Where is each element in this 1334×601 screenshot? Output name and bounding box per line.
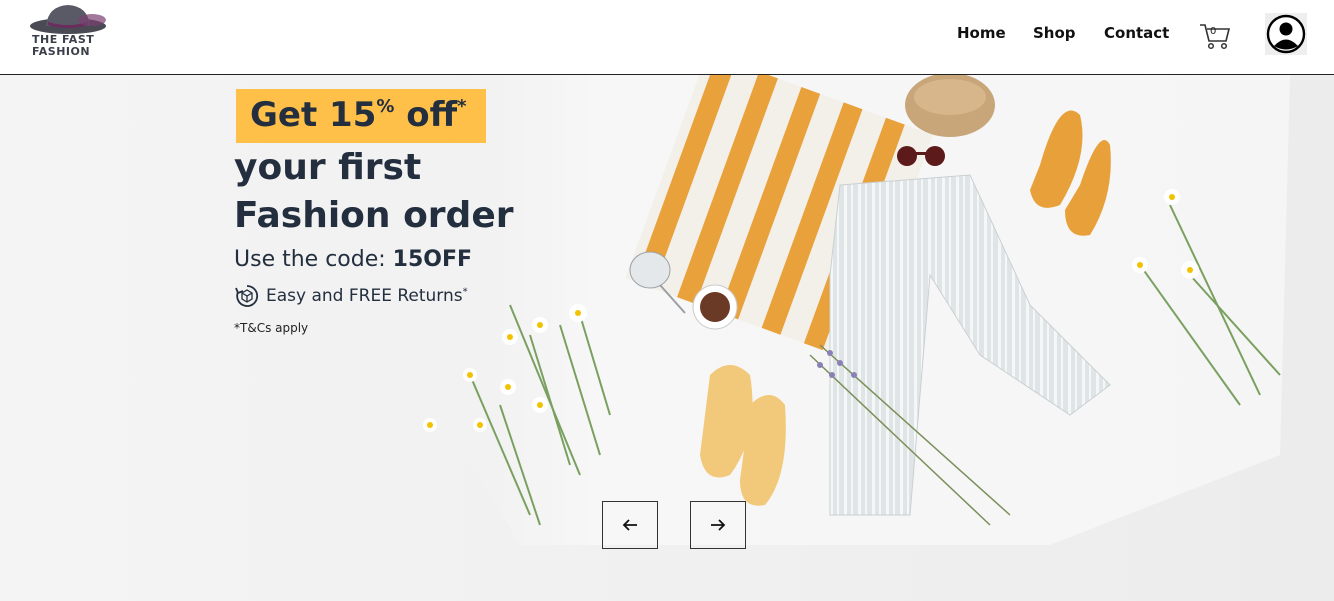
brand-name: THE FAST FASHION: [32, 34, 94, 58]
returns-text: Easy and FREE Returns*: [266, 286, 468, 306]
promo-prefix: Get 15: [250, 95, 377, 135]
arrow-left-icon: [622, 519, 637, 531]
hero-banner: Get 15% off* your first Fashion order Us…: [0, 75, 1334, 601]
carousel-prev-button[interactable]: [602, 501, 658, 549]
promo-code: 15OFF: [392, 247, 473, 272]
hero-fashion-image: [420, 75, 1290, 545]
user-icon: [1266, 14, 1306, 54]
nav-home-link[interactable]: Home: [957, 24, 1006, 42]
promo-percent: %: [376, 96, 395, 117]
returns-info: Easy and FREE Returns*: [234, 283, 468, 309]
arrow-right-icon: [711, 519, 726, 531]
promo-headline: Get 15% off*: [250, 95, 467, 135]
promo-asterisk: *: [457, 96, 467, 117]
returns-asterisk: *: [462, 286, 468, 298]
account-button[interactable]: [1265, 13, 1307, 55]
site-header: THE FAST FASHION Home Shop Contact 0: [0, 0, 1334, 75]
promo-line-3: Fashion order: [234, 195, 514, 236]
nav-contact-link[interactable]: Contact: [1104, 24, 1169, 42]
brand-line-2: FASHION: [32, 45, 91, 58]
returns-label: Easy and FREE Returns: [266, 286, 463, 306]
promo-line-2: your first: [234, 147, 422, 188]
nav-shop-link[interactable]: Shop: [1033, 24, 1076, 42]
carousel-next-button[interactable]: [690, 501, 746, 549]
brand-logo[interactable]: THE FAST FASHION: [28, 2, 108, 62]
cart-button[interactable]: 0: [1198, 20, 1232, 52]
cart-count: 0: [1210, 26, 1217, 37]
code-label: Use the code:: [234, 247, 393, 272]
promo-code-line: Use the code: 15OFF: [234, 247, 472, 272]
terms-note: *T&Cs apply: [234, 321, 309, 335]
promo-suffix: off: [394, 95, 458, 135]
returns-icon: [235, 285, 259, 307]
